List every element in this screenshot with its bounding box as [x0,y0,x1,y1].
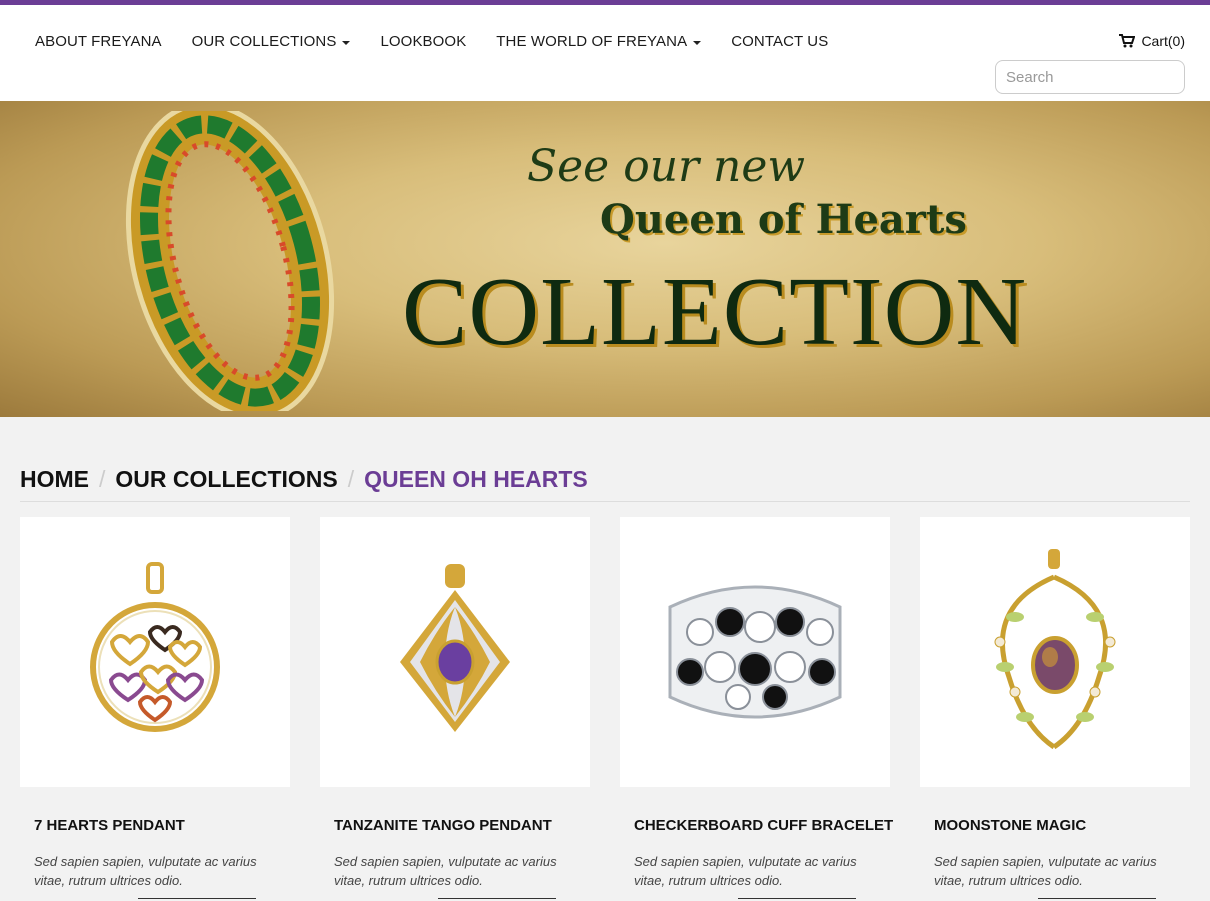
product-title[interactable]: CHECKERBOARD CUFF BRACELET [634,817,893,834]
nav-item-label: CONTACT US [731,33,829,50]
cuff-bracelet-image [668,585,842,719]
nav-item-world[interactable]: THE WORLD OF FREYANA [496,33,702,50]
product-info: CHECKERBOARD CUFF BRACELET Sed sapien sa… [620,787,893,901]
nav-item-label: OUR COLLECTIONS [191,33,337,50]
nav-item-collections[interactable]: OUR COLLECTIONS [192,33,351,50]
banner-collection-word: COLLECTION [402,258,1028,366]
breadcrumb-separator: / [347,466,355,492]
product-description: Sed sapien sapien, vulputate ac varius v… [334,854,557,888]
product-card[interactable]: 7 HEARTS PENDANT Sed sapien sapien, vulp… [20,517,290,901]
divider [738,898,856,899]
product-info: 7 HEARTS PENDANT Sed sapien sapien, vulp… [20,787,290,901]
tanzanite-pendant-image [400,564,510,732]
product-image[interactable] [20,517,290,787]
product-grid: 7 HEARTS PENDANT Sed sapien sapien, vulp… [20,517,1190,901]
moonstone-pendant-image [994,549,1116,750]
breadcrumb-home[interactable]: HOME [20,466,89,493]
product-description: Sed sapien sapien, vulputate ac varius v… [934,854,1157,888]
site-header: ABOUT FREYANA OUR COLLECTIONS LOOKBOOK T… [0,5,1210,101]
nav-item-label: ABOUT FREYANA [35,33,162,50]
breadcrumb-separator: / [99,466,106,492]
nav-item-contact[interactable]: CONTACT US [731,33,828,50]
divider [1038,898,1156,899]
product-title[interactable]: 7 HEARTS PENDANT [34,817,276,834]
hearts-pendant-image [90,562,220,732]
hero-banner[interactable]: See our new Queen of Hearts COLLECTION [0,101,1210,417]
main-nav: ABOUT FREYANA OUR COLLECTIONS LOOKBOOK T… [35,33,858,50]
product-card[interactable]: MOONSTONE MAGIC Sed sapien sapien, vulpu… [920,517,1190,901]
nav-item-label: LOOKBOOK [380,33,467,50]
nav-item-about[interactable]: ABOUT FREYANA [35,33,162,50]
product-card[interactable]: CHECKERBOARD CUFF BRACELET Sed sapien sa… [620,517,893,901]
bracelet-image [125,111,335,411]
breadcrumb-collections[interactable]: OUR COLLECTIONS [115,466,337,493]
breadcrumb-current: QUEEN OH HEARTS [364,466,588,492]
product-card[interactable]: TANZANITE TANGO PENDANT Sed sapien sapie… [320,517,590,901]
cart-link[interactable]: Cart(0) [1119,33,1185,49]
product-description: Sed sapien sapien, vulputate ac varius v… [34,854,257,888]
product-title[interactable]: MOONSTONE MAGIC [934,817,1176,834]
caret-down-icon [342,40,351,45]
cart-label: Cart(0) [1141,33,1185,49]
search-input[interactable] [1006,68,1205,86]
product-info: TANZANITE TANGO PENDANT Sed sapien sapie… [320,787,590,901]
product-image[interactable] [620,517,890,787]
divider [438,898,556,899]
product-image[interactable] [920,517,1190,787]
cart-icon [1119,34,1136,48]
divider [138,898,256,899]
product-description: Sed sapien sapien, vulputate ac varius v… [634,854,857,888]
product-title[interactable]: TANZANITE TANGO PENDANT [334,817,576,834]
caret-down-icon [693,40,702,45]
nav-item-lookbook[interactable]: LOOKBOOK [380,33,466,50]
banner-tagline: See our new [527,141,806,192]
product-info: MOONSTONE MAGIC Sed sapien sapien, vulpu… [920,787,1190,901]
breadcrumb: HOME / OUR COLLECTIONS / QUEEN OH HEARTS [20,466,1190,502]
nav-item-label: THE WORLD OF FREYANA [496,33,688,50]
product-image[interactable] [320,517,590,787]
banner-collection-name: Queen of Hearts [600,196,967,243]
search-box [995,60,1205,94]
